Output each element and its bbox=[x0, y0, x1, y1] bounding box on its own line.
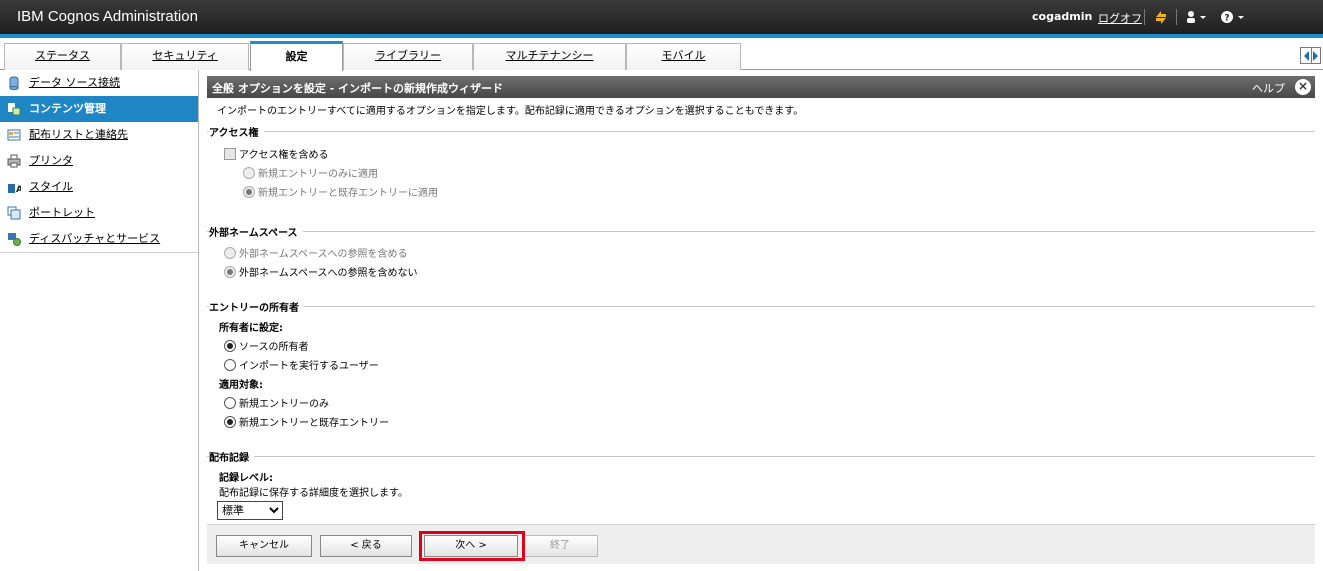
radio-icon bbox=[224, 247, 236, 259]
user-menu-icon[interactable] bbox=[1186, 8, 1208, 26]
tab-multitenancy[interactable]: マルチテナンシー bbox=[473, 43, 626, 70]
help-menu-icon[interactable]: ? bbox=[1220, 8, 1246, 26]
cylinder-icon bbox=[9, 76, 19, 90]
sidebar-item-printers[interactable]: プリンタ bbox=[0, 148, 198, 174]
left-navigation: データ ソース接続 コンテンツ管理 配布リストと連絡先 プリンタ A スタイル … bbox=[0, 70, 199, 571]
section-heading: エントリーの所有者 bbox=[209, 299, 304, 314]
tab-scroll-arrows[interactable] bbox=[1300, 47, 1321, 64]
refresh-icon[interactable] bbox=[1153, 8, 1169, 26]
banner-divider bbox=[1176, 9, 1177, 25]
section-entry-owner: エントリーの所有者 bbox=[207, 299, 1315, 314]
owner-source-radio[interactable]: ソースの所有者 bbox=[224, 340, 309, 356]
record-level-label: 記録レベル: bbox=[219, 473, 273, 484]
sidebar-item-data-source-connections[interactable]: データ ソース接続 bbox=[0, 70, 198, 96]
record-level-select[interactable]: 標準 bbox=[217, 501, 283, 520]
app-title: IBM Cognos Administration bbox=[17, 8, 198, 25]
tab-configuration[interactable]: 設定 bbox=[250, 41, 343, 71]
wizard-title: 全般 オプションを設定 - インポートの新規作成ウィザード bbox=[212, 82, 504, 95]
radio-icon bbox=[224, 397, 236, 409]
section-heading: 外部ネームスペース bbox=[209, 224, 303, 239]
section-heading: アクセス権 bbox=[209, 124, 264, 139]
dispatcher-icon bbox=[8, 233, 21, 246]
owner-importing-user-radio[interactable]: インポートを実行するユーザー bbox=[224, 359, 379, 375]
access-new-existing-radio[interactable]: 新規エントリーと既存エントリーに適用 bbox=[243, 186, 438, 202]
exclude-external-ns-radio[interactable]: 外部ネームスペースへの参照を含めない bbox=[224, 266, 418, 282]
style-icon: A bbox=[8, 184, 21, 194]
help-link[interactable]: ヘルプ bbox=[1252, 80, 1285, 96]
close-icon[interactable]: × bbox=[1295, 79, 1311, 95]
owner-new-existing-radio[interactable]: 新規エントリーと既存エントリー bbox=[224, 416, 389, 432]
sidebar-item-distribution-lists[interactable]: 配布リストと連絡先 bbox=[0, 122, 198, 148]
finish-button[interactable]: 終了 bbox=[522, 535, 598, 557]
cancel-button[interactable]: キャンセル bbox=[216, 535, 312, 557]
sidebar-item-dispatchers-services[interactable]: ディスパッチャとサービス bbox=[0, 226, 198, 252]
top-banner: IBM Cognos Administration cogadmin ログオフ … bbox=[0, 0, 1323, 34]
sidebar-item-content-administration[interactable]: コンテンツ管理 bbox=[0, 96, 198, 122]
username: cogadmin bbox=[1032, 10, 1093, 23]
record-level-description: 配布記録に保存する詳細度を選択します。 bbox=[219, 488, 408, 499]
radio-icon bbox=[224, 359, 236, 371]
portlet-icon bbox=[7, 206, 21, 220]
tab-mobile[interactable]: モバイル bbox=[626, 43, 741, 70]
radio-icon bbox=[224, 266, 236, 278]
section-external-namespaces: 外部ネームスペース bbox=[207, 224, 1315, 239]
section-deployment-record: 配布記録 bbox=[207, 449, 1315, 464]
checkbox-icon bbox=[224, 148, 236, 160]
wizard-title-bar: 全般 オプションを設定 - インポートの新規作成ウィザード ヘルプ × bbox=[207, 76, 1315, 98]
next-button[interactable]: 次へ > bbox=[424, 535, 518, 557]
radio-icon bbox=[224, 340, 236, 352]
owner-apply-to-label: 適用対象: bbox=[219, 380, 263, 391]
back-button[interactable]: < 戻る bbox=[320, 535, 412, 557]
content-icon bbox=[8, 103, 21, 116]
tab-security[interactable]: セキュリティ bbox=[121, 43, 249, 70]
section-access: アクセス権 bbox=[207, 124, 1315, 139]
logoff-link[interactable]: ログオフ bbox=[1098, 10, 1142, 26]
include-access-checkbox[interactable]: アクセス権を含める bbox=[224, 148, 329, 164]
banner-divider bbox=[1144, 9, 1145, 25]
svg-text:A: A bbox=[16, 185, 21, 194]
owner-new-only-radio[interactable]: 新規エントリーのみ bbox=[224, 397, 329, 413]
printer-icon bbox=[7, 154, 21, 168]
wizard-footer: キャンセル < 戻る 次へ > 終了 bbox=[207, 524, 1315, 564]
tab-library[interactable]: ライブラリー bbox=[343, 43, 473, 70]
wizard-description: インポートのエントリーすべてに適用するオプションを指定します。配布記録に適用でき… bbox=[217, 106, 804, 117]
sidebar-item-portlets[interactable]: ポートレット bbox=[0, 200, 198, 226]
wizard-panel: 全般 オプションを設定 - インポートの新規作成ウィザード ヘルプ × インポー… bbox=[207, 76, 1315, 571]
radio-icon bbox=[243, 186, 255, 198]
radio-icon bbox=[224, 416, 236, 428]
contacts-icon bbox=[7, 129, 21, 141]
sidebar-item-styles[interactable]: A スタイル bbox=[0, 174, 198, 200]
svg-text:?: ? bbox=[1224, 14, 1229, 24]
owner-set-to-label: 所有者に設定: bbox=[219, 323, 283, 334]
tab-bar: ステータス セキュリティ 設定 ライブラリー マルチテナンシー モバイル bbox=[0, 38, 1323, 71]
radio-icon bbox=[243, 167, 255, 179]
tab-status[interactable]: ステータス bbox=[4, 43, 121, 70]
section-heading: 配布記録 bbox=[209, 449, 254, 464]
access-new-only-radio[interactable]: 新規エントリーのみに適用 bbox=[243, 167, 378, 183]
include-external-ns-radio[interactable]: 外部ネームスペースへの参照を含める bbox=[224, 247, 408, 263]
